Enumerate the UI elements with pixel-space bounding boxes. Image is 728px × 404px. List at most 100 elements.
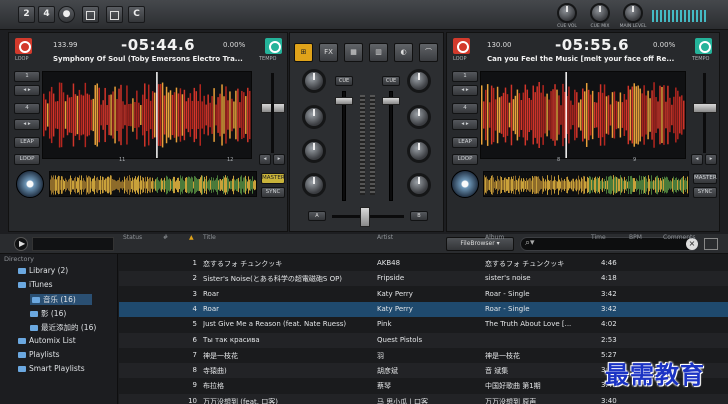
gain-knob-left[interactable] [302, 69, 326, 93]
loop-size-arrow-right[interactable]: ◂ ▸ [452, 85, 478, 96]
table-row[interactable]: 6 Ты так красива Quest Pistols 2:53 [119, 332, 728, 348]
nudge-down-left[interactable]: ◂ [259, 154, 271, 165]
cell-album: Roar - Single [485, 304, 530, 313]
watermark: 最需教育 [605, 361, 705, 389]
table-row[interactable]: 4 Roar Katy Perry Roar - Single 3:42 [119, 301, 728, 317]
cue-button-right[interactable]: CUE [382, 76, 400, 86]
settings-button[interactable]: C [128, 6, 145, 23]
waveform-left[interactable] [42, 71, 252, 159]
col-album[interactable]: Album [485, 234, 504, 241]
fx-tab-grid[interactable]: ▦ [344, 43, 363, 62]
deck-2-button[interactable]: 2 [18, 6, 35, 23]
col-status[interactable]: Status [123, 234, 142, 241]
preview-bar[interactable] [32, 237, 114, 251]
loop-size-1-right[interactable]: 1 [452, 71, 478, 82]
sidebar-item-movies[interactable]: 影 (16) [30, 308, 66, 319]
main-level-knob[interactable] [623, 3, 643, 23]
play-preview-button[interactable]: ▶ [14, 237, 28, 251]
sidebar-item-music[interactable]: 音乐 (16) [30, 294, 92, 305]
nudge-up-left[interactable]: ▸ [273, 154, 285, 165]
deck-4-button[interactable]: 4 [38, 6, 55, 23]
cue-button-left[interactable]: CUE [335, 76, 353, 86]
gain-knob-right[interactable] [407, 69, 431, 93]
overview-right[interactable] [483, 171, 689, 197]
xfader-b-button[interactable]: B [410, 211, 428, 221]
nudge-down-right[interactable]: ◂ [691, 154, 703, 165]
list-icon [18, 338, 26, 344]
fullscreen-button[interactable] [82, 6, 99, 23]
fx-tab-1[interactable]: ⊞ [294, 43, 313, 62]
col-artist[interactable]: Artist [377, 234, 393, 241]
cue-mix-knob[interactable] [590, 3, 610, 23]
col-title[interactable]: Title [203, 234, 216, 241]
main-level-label: MAIN LEVEL [619, 24, 647, 29]
sidebar-item-library[interactable]: Library (2) [18, 266, 68, 275]
sync-button-left[interactable]: SYNC [261, 187, 285, 198]
sidebar-item-itunes[interactable]: iTunes [18, 280, 53, 289]
platter-left[interactable] [16, 170, 44, 198]
loop-size-1-left[interactable]: 1 [14, 71, 40, 82]
table-row[interactable]: 10 万万没想到 (feat. 口客) 马 思小瓜 | 口客 万万没想到 原声 3:40 [119, 393, 728, 404]
master-button-left[interactable]: MASTER [261, 173, 285, 184]
pitch-fader-right[interactable] [693, 103, 717, 113]
beat-a-left: 11 [119, 157, 126, 163]
crossfader[interactable] [360, 207, 370, 227]
loop-button-right[interactable] [453, 38, 470, 54]
loop2-button-right[interactable]: LOOP [452, 154, 478, 165]
record-button[interactable]: ● [58, 6, 75, 23]
channel-fader-left[interactable] [335, 97, 353, 105]
tempo-button-left[interactable] [265, 38, 282, 54]
platter-right[interactable] [451, 170, 479, 198]
stop-button[interactable] [106, 6, 123, 23]
djay-app: 2 4 ● C CUE VOL CUE MIX MAIN LEVEL LOOP … [0, 0, 728, 404]
loop-size-arrow-left[interactable]: ◂ ▸ [14, 85, 40, 96]
fx-tab-loop[interactable]: ◐ [394, 43, 413, 62]
high-knob-left[interactable] [302, 105, 326, 129]
cell-title: Roar [203, 304, 219, 313]
low-knob-right[interactable] [407, 173, 431, 197]
folder-icon [18, 352, 26, 358]
cue-vol-knob[interactable] [557, 3, 577, 23]
beat-b-left: 12 [227, 157, 234, 163]
waveform-right[interactable] [480, 71, 686, 159]
tempo-button-right[interactable] [695, 38, 712, 54]
col-comments[interactable]: Comments [663, 234, 696, 241]
table-row[interactable]: 5 Just Give Me a Reason (feat. Nate Ruess… [119, 317, 728, 332]
sync-button-right[interactable]: SYNC [693, 187, 717, 198]
col-sort[interactable]: ▲ [189, 234, 194, 241]
table-row[interactable]: 1 恋するフォ チュンクッキ AKB48 恋するフォ チュンクッキ 4:46 [119, 256, 728, 271]
loop-size-4-left[interactable]: 4 [14, 103, 40, 114]
col-time[interactable]: Time [591, 234, 606, 241]
mid-knob-right[interactable] [407, 139, 431, 163]
vu-meter-right [370, 95, 375, 195]
leap-button-left[interactable]: LEAP [14, 137, 40, 148]
overview-left[interactable] [49, 171, 257, 197]
loop-button-left[interactable] [15, 38, 32, 54]
col-bpm[interactable]: BPM [629, 234, 642, 241]
xfader-a-button[interactable]: A [308, 211, 326, 221]
high-knob-right[interactable] [407, 105, 431, 129]
loop2-button-left[interactable]: LOOP [14, 154, 40, 165]
columns-icon: ▥ [375, 48, 382, 56]
sidebar-item-playlists[interactable]: Playlists [18, 350, 60, 359]
sidebar-item-label: 音乐 (16) [43, 295, 76, 304]
col-number[interactable]: # [163, 234, 168, 241]
table-row[interactable]: 3 Roar Katy Perry Roar - Single 3:42 [119, 287, 728, 302]
loop-nav-right[interactable]: ◂ ▸ [452, 119, 478, 130]
fx-tab-fx[interactable]: FX [319, 43, 338, 62]
sidebar-item-recent[interactable]: 最近添加的 (16) [30, 322, 96, 333]
sidebar-item-smart-playlists[interactable]: Smart Playlists [18, 364, 85, 373]
master-button-right[interactable]: MASTER [693, 173, 717, 184]
channel-fader-right[interactable] [382, 97, 400, 105]
fx-tab-columns[interactable]: ▥ [369, 43, 388, 62]
table-row[interactable]: 2 Sister's Noise(とある科学の超電磁砲S OP) Fripside s… [119, 271, 728, 287]
low-knob-left[interactable] [302, 173, 326, 197]
sidebar-item-automix[interactable]: Automix List [18, 336, 76, 345]
playlist-icon [30, 311, 38, 317]
leap-button-right[interactable]: LEAP [452, 137, 478, 148]
mid-knob-left[interactable] [302, 139, 326, 163]
loop-nav-left[interactable]: ◂ ▸ [14, 119, 40, 130]
loop-size-4-right[interactable]: 4 [452, 103, 478, 114]
nudge-up-right[interactable]: ▸ [705, 154, 717, 165]
fx-tab-curve[interactable]: ⌒ [419, 43, 438, 62]
